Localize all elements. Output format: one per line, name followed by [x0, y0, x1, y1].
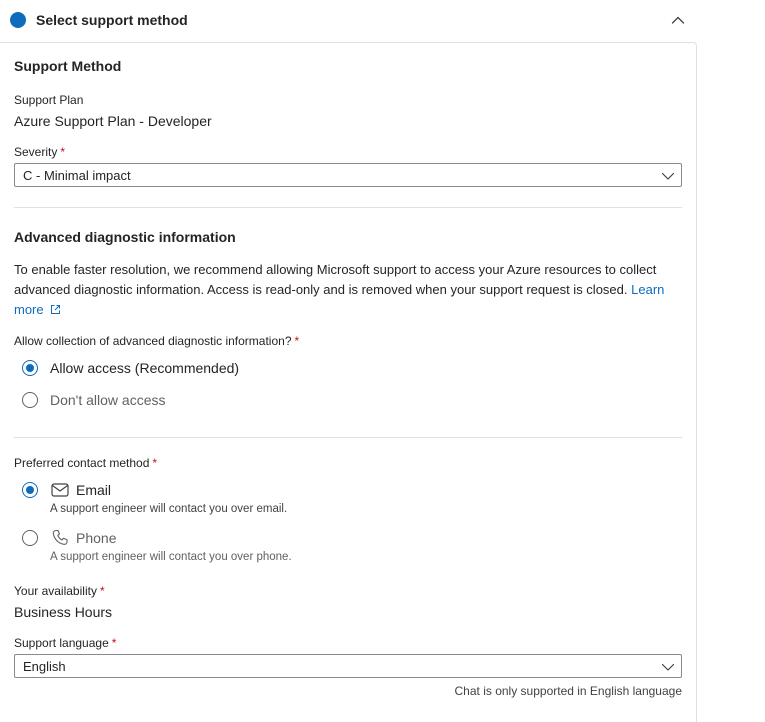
phone-label[interactable]: Phone — [76, 530, 116, 547]
diagnostics-description-line1: To enable faster resolution, we recommen… — [14, 262, 657, 277]
support-language-selected-value: English — [23, 659, 66, 674]
phone-icon — [52, 529, 68, 545]
language-note: Chat is only supported in English langua… — [454, 684, 682, 698]
severity-selected-value: C - Minimal impact — [23, 168, 131, 183]
support-plan-label: Support Plan — [14, 93, 84, 107]
dont-allow-access-radio[interactable] — [22, 392, 38, 408]
diagnostics-heading: Advanced diagnostic information — [14, 229, 236, 245]
step-status-dot — [10, 12, 26, 28]
email-hint: A support engineer will contact you over… — [50, 503, 288, 515]
diagnostics-question-text: Allow collection of advanced diagnostic … — [14, 334, 292, 348]
availability-label: Your availability * — [14, 584, 105, 599]
severity-dropdown[interactable]: C - Minimal impact — [14, 163, 682, 187]
step-title: Select support method — [36, 12, 188, 28]
required-marker: * — [99, 584, 105, 598]
phone-radio[interactable] — [22, 530, 38, 546]
availability-label-text: Your availability — [14, 584, 97, 598]
phone-hint: A support engineer will contact you over… — [50, 551, 292, 563]
support-language-label: Support language * — [14, 636, 116, 651]
required-marker: * — [111, 636, 117, 650]
chevron-down-icon — [661, 663, 675, 671]
chevron-down-icon — [661, 172, 675, 180]
contact-method-label: Preferred contact method * — [14, 456, 157, 471]
severity-label-text: Severity — [14, 145, 58, 159]
diagnostics-description-line2: advanced diagnostic information. Access … — [14, 282, 628, 297]
availability-value: Business Hours — [14, 604, 113, 620]
allow-access-radio[interactable] — [22, 360, 38, 376]
external-link-icon — [51, 305, 61, 314]
section-divider — [14, 437, 682, 438]
diagnostics-description: To enable faster resolution, we recommen… — [14, 260, 674, 320]
support-language-label-text: Support language — [14, 636, 109, 650]
support-plan-value: Azure Support Plan - Developer — [14, 113, 212, 129]
step-header[interactable]: Select support method — [0, 0, 697, 40]
email-radio[interactable] — [22, 482, 38, 498]
support-method-heading: Support Method — [14, 58, 122, 74]
allow-access-label[interactable]: Allow access (Recommended) — [50, 360, 239, 377]
support-language-dropdown[interactable]: English — [14, 654, 682, 678]
required-marker: * — [60, 145, 66, 159]
email-label[interactable]: Email — [76, 482, 111, 499]
contact-method-label-text: Preferred contact method — [14, 456, 150, 470]
mail-icon — [51, 483, 69, 497]
required-marker: * — [152, 456, 158, 470]
section-divider — [14, 207, 682, 208]
diagnostics-question: Allow collection of advanced diagnostic … — [14, 334, 299, 349]
chevron-up-icon[interactable] — [668, 10, 688, 30]
required-marker: * — [294, 334, 300, 348]
dont-allow-access-label[interactable]: Don't allow access — [50, 392, 166, 409]
severity-label: Severity * — [14, 145, 65, 160]
